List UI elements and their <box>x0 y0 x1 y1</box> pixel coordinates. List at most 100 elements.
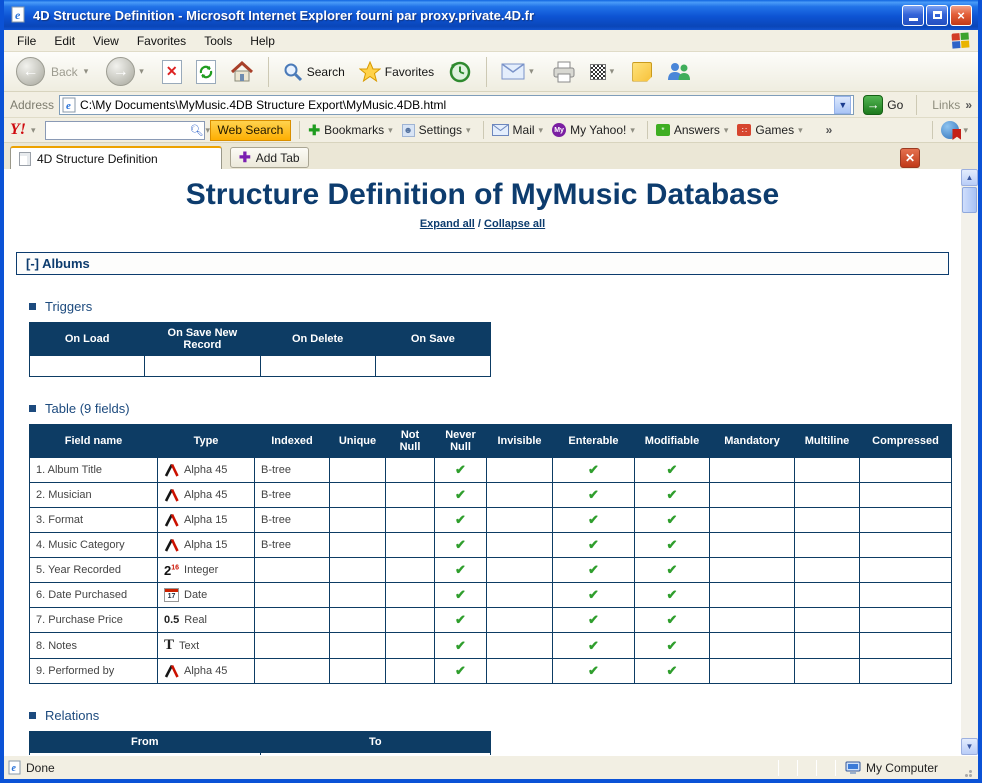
my-computer-icon <box>845 761 861 775</box>
field-invisible-cell <box>487 483 553 508</box>
web-search-button[interactable]: Web Search <box>210 120 292 141</box>
field-mandatory-cell <box>710 608 795 633</box>
field-mandatory-cell <box>710 458 795 483</box>
field-multiline-cell <box>795 483 860 508</box>
field-enterable-cell: ✔ <box>553 458 635 483</box>
ie-window: e 4D Structure Definition - Microsoft In… <box>0 0 982 783</box>
yahoo-logo-dropdown-icon[interactable]: ▾ <box>31 125 36 136</box>
answers-button[interactable]: * Answers ▾ <box>656 123 733 137</box>
forward-button[interactable]: → ▾ <box>102 55 152 88</box>
address-input[interactable] <box>80 98 830 112</box>
edit-dropdown-icon[interactable]: ▾ <box>610 66 615 77</box>
check-icon: ✔ <box>455 638 466 653</box>
field-never-null-cell: ✔ <box>435 633 487 659</box>
relation-row: [Albums]Musician[Musicians]Musician Name <box>30 753 491 756</box>
close-tab-button[interactable]: ✕ <box>900 148 920 168</box>
field-indexed-cell: B-tree <box>255 533 330 558</box>
mail-dropdown-icon[interactable]: ▾ <box>529 66 534 77</box>
field-indexed-cell <box>255 558 330 583</box>
menu-item-edit[interactable]: Edit <box>45 32 84 50</box>
refresh-icon <box>196 60 216 84</box>
field-never-null-cell: ✔ <box>435 558 487 583</box>
field-compressed-cell <box>860 659 952 684</box>
adobe-pdf-dropdown-icon: ▾ <box>963 125 968 136</box>
field-indexed-cell <box>255 659 330 684</box>
field-not-null-cell <box>386 508 435 533</box>
field-type-cell: Alpha 45 <box>158 483 255 508</box>
links-label[interactable]: Links <box>932 98 960 112</box>
check-icon: ✔ <box>667 638 678 653</box>
history-button[interactable] <box>444 58 476 86</box>
field-invisible-cell <box>487 558 553 583</box>
close-button[interactable]: × <box>950 5 972 26</box>
search-icon <box>283 62 303 82</box>
address-dropdown-icon[interactable]: ▼ <box>834 96 851 114</box>
games-button[interactable]: ∷ Games ▾ <box>737 123 806 137</box>
scrollbar-track[interactable] <box>961 214 978 738</box>
go-button[interactable]: → Go <box>859 95 907 115</box>
collapse-all-link[interactable]: Collapse all <box>484 218 545 230</box>
expand-all-link[interactable]: Expand all <box>420 218 475 230</box>
yahoo-search-magnifier-icon[interactable]: 🔍︎ <box>188 124 206 137</box>
stop-button[interactable]: ✕ <box>158 58 186 86</box>
field-indexed-cell <box>255 608 330 633</box>
yahoo-logo[interactable]: Y! <box>10 121 26 139</box>
field-mandatory-cell <box>710 583 795 608</box>
check-icon: ✔ <box>588 663 599 678</box>
messenger-button[interactable] <box>662 60 696 84</box>
add-tab-plus-icon: ✚ <box>239 149 251 166</box>
scroll-down-button[interactable]: ▼ <box>961 738 978 755</box>
field-invisible-cell <box>487 633 553 659</box>
vertical-scrollbar[interactable]: ▲ ▼ <box>961 169 978 755</box>
triggers-column-header: On Save New Record <box>145 323 260 356</box>
albums-section-header[interactable]: [-] Albums <box>16 252 949 275</box>
tab-4d-structure-definition[interactable]: 4D Structure Definition <box>10 146 222 169</box>
favorites-button[interactable]: Favorites <box>355 59 438 84</box>
back-dropdown-icon[interactable]: ▾ <box>84 66 89 77</box>
field-invisible-cell <box>487 583 553 608</box>
check-icon: ✔ <box>588 612 599 627</box>
field-multiline-cell <box>795 583 860 608</box>
adobe-pdf-button[interactable]: ▾ <box>941 121 972 139</box>
field-unique-cell <box>330 458 386 483</box>
menu-item-help[interactable]: Help <box>241 32 284 50</box>
back-button[interactable]: ← Back ▾ <box>12 55 96 88</box>
refresh-button[interactable] <box>192 58 220 86</box>
print-button[interactable] <box>548 59 580 85</box>
field-enterable-cell: ✔ <box>553 558 635 583</box>
resize-grip[interactable] <box>962 767 972 777</box>
address-input-container: e ▼ <box>59 95 854 115</box>
mail-button[interactable]: ▾ <box>497 61 542 82</box>
field-type-cell: TText <box>158 633 255 659</box>
field-name-cell: 7. Purchase Price <box>30 608 158 633</box>
yahoo-search-input[interactable] <box>46 124 188 136</box>
add-tab-button[interactable]: ✚ Add Tab <box>230 147 309 168</box>
yahoo-mail-button[interactable]: Mail ▾ <box>492 123 548 137</box>
menu-item-view[interactable]: View <box>84 32 128 50</box>
scrollbar-thumb[interactable] <box>962 187 977 213</box>
yahoo-overflow-chevron-icon[interactable]: » <box>826 123 833 137</box>
notes-button[interactable] <box>628 60 656 84</box>
menu-item-tools[interactable]: Tools <box>195 32 241 50</box>
check-icon: ✔ <box>667 612 678 627</box>
relations-column-header: To <box>260 732 491 753</box>
edit-button[interactable]: ▾ <box>586 62 623 82</box>
settings-button[interactable]: ☻ Settings ▾ <box>402 123 475 137</box>
bookmarks-button[interactable]: ✚ Bookmarks ▾ <box>308 122 396 139</box>
maximize-button[interactable] <box>926 5 948 26</box>
menu-item-favorites[interactable]: Favorites <box>128 32 195 50</box>
minimize-button[interactable] <box>902 5 924 26</box>
links-chevron-icon[interactable]: » <box>965 98 972 112</box>
forward-dropdown-icon[interactable]: ▾ <box>139 66 144 77</box>
document-page: Structure Definition of MyMusic Database… <box>4 169 961 755</box>
search-button[interactable]: Search <box>279 60 349 84</box>
home-button[interactable] <box>226 59 258 85</box>
answers-icon: * <box>656 124 670 136</box>
menu-item-file[interactable]: File <box>8 32 45 50</box>
my-yahoo-button[interactable]: My My Yahoo! ▾ <box>552 123 639 137</box>
scroll-up-button[interactable]: ▲ <box>961 169 978 186</box>
field-never-null-cell: ✔ <box>435 483 487 508</box>
text-icon: T <box>164 637 174 654</box>
field-mandatory-cell <box>710 533 795 558</box>
field-modifiable-cell: ✔ <box>635 558 710 583</box>
